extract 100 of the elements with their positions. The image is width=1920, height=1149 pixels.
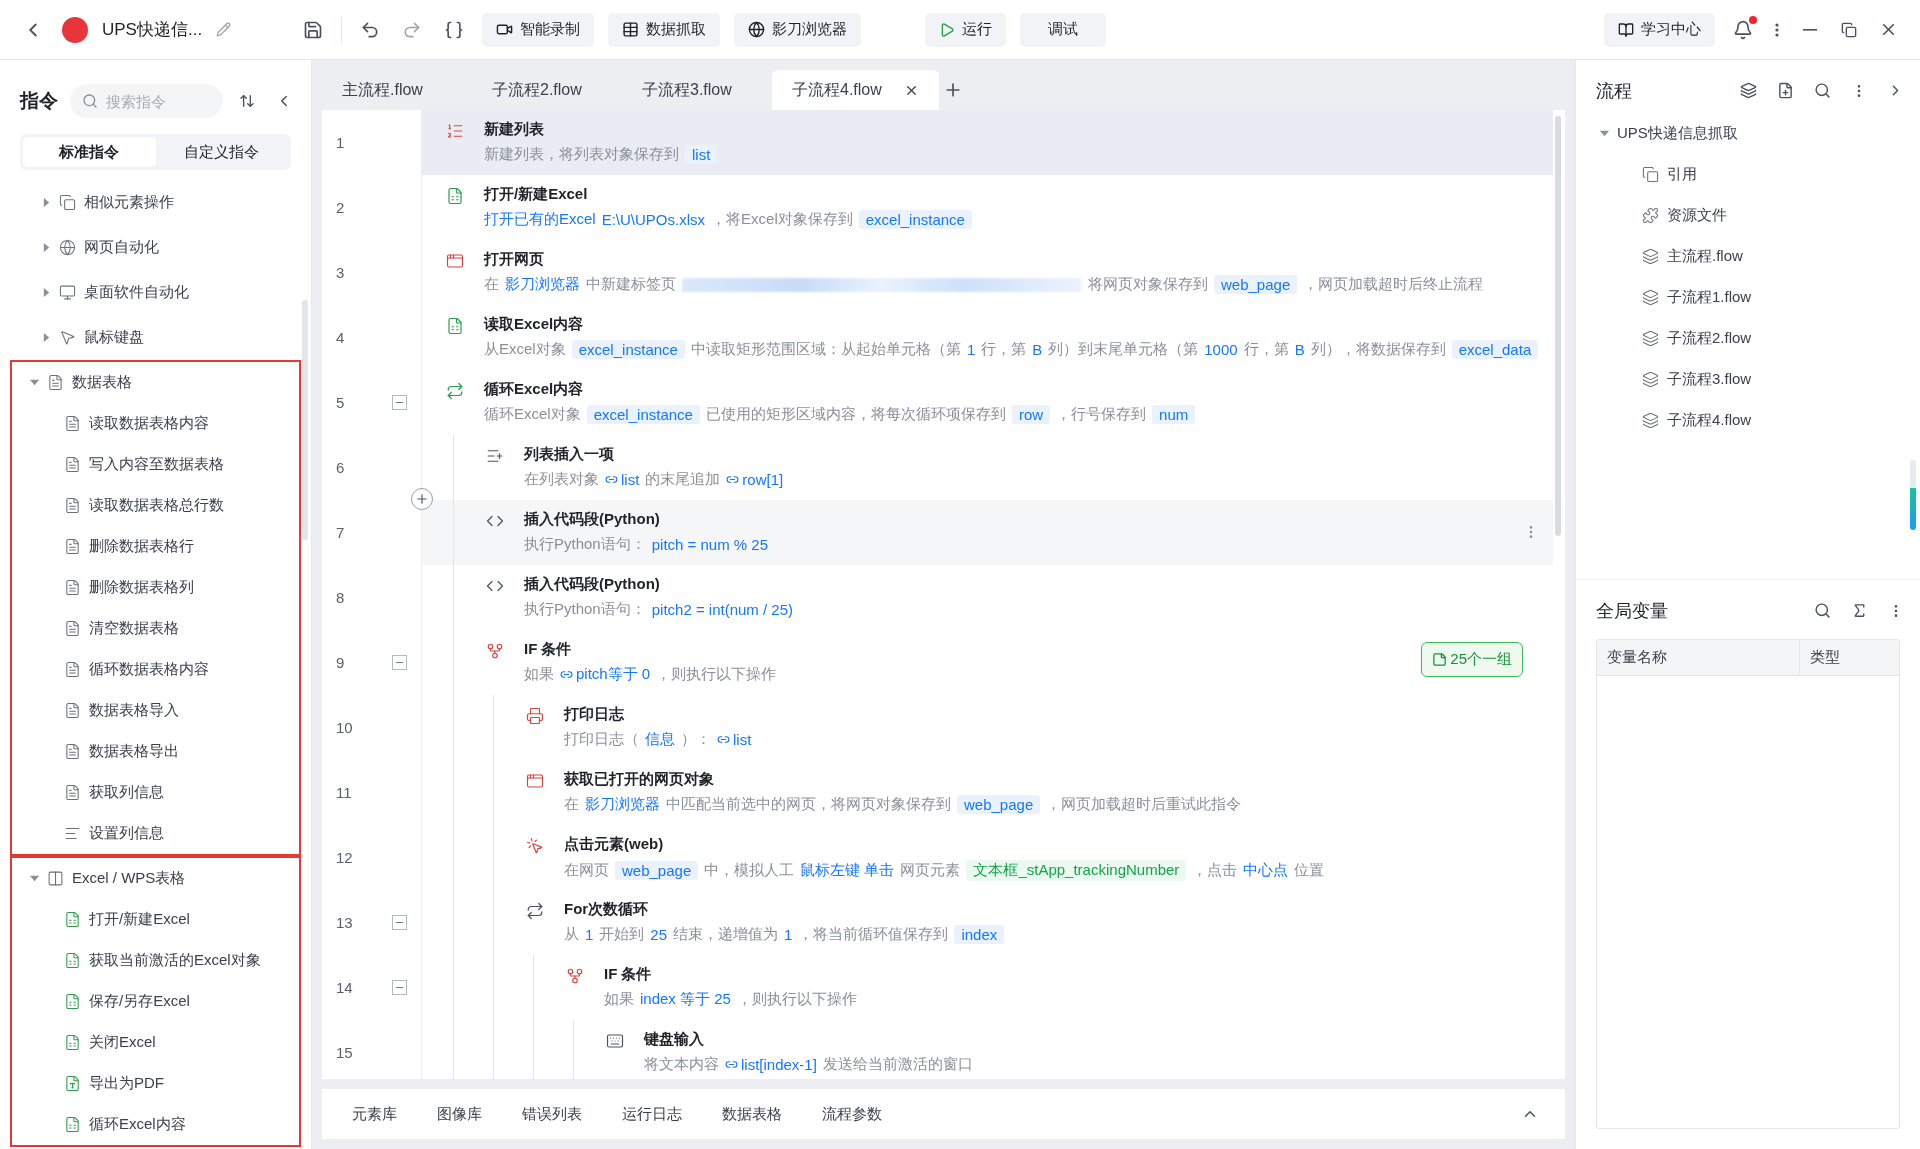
sort-icon (239, 93, 255, 109)
collapse-toggle[interactable] (392, 980, 407, 995)
tree-item[interactable]: 资源文件 (1576, 195, 1920, 236)
step-title: 点击元素(web) (564, 835, 664, 854)
layers-icon (1642, 248, 1659, 265)
learning-center-button[interactable]: 学习中心 (1604, 12, 1715, 47)
scrollbar[interactable] (1555, 116, 1561, 536)
step-description: 如果 index 等于 25 ，则执行以下操作 (604, 990, 857, 1009)
step-row[interactable]: 新建列表 新建列表，将列表对象保存到 list (422, 110, 1553, 175)
layers-icon (1642, 330, 1659, 347)
search-field[interactable]: 搜索指令 (70, 84, 223, 118)
braces-icon (444, 19, 465, 40)
panel-tab[interactable]: 流程参数 (822, 1104, 882, 1124)
tree-item[interactable]: 设置列信息 (12, 813, 299, 854)
step-description: 在 影刀浏览器 中新建标签页 将网页对象保存到 web_page ，网页加载超时后终止流程 (484, 275, 1484, 294)
step-title: 列表插入一项 (524, 445, 614, 464)
scrollbar[interactable] (1910, 460, 1916, 530)
tree-item[interactable]: 子流程2.flow (1576, 318, 1920, 359)
tree-label: Excel / WPS表格 (72, 869, 186, 888)
redo-icon (402, 19, 423, 40)
tree-item[interactable]: 循环Excel内容 (12, 1104, 299, 1145)
note-badge[interactable]: 25个一组 (1421, 642, 1523, 677)
document-icon (64, 415, 81, 432)
step-description: 打印日志（ 信息 ）： list (564, 730, 752, 749)
document-icon (64, 620, 81, 637)
tree-item[interactable]: 桌面软件自动化 (12, 272, 299, 313)
spreadsheet-icon (64, 1116, 81, 1133)
tree-item[interactable]: 数据表格 (12, 362, 299, 403)
tree-item[interactable]: 引用 (1576, 154, 1920, 195)
tree-item[interactable]: 获取列信息 (12, 772, 299, 813)
step-description: 从Excel对象 excel_instance 中读取矩形范围区域：从起始单元格（第 1 行，第 B 列）到末尾单元格（第 1000 行，第 B 列），将数据保存到 excel_data (484, 340, 1539, 359)
tree-item[interactable]: 循环数据表格内容 (12, 649, 299, 690)
document-icon (47, 374, 64, 391)
line-number: 1 (336, 134, 345, 151)
line-number: 5 (336, 394, 345, 411)
toolbar-button[interactable]: 智能录制 (482, 12, 595, 47)
file-tab[interactable]: 子流程4.flow (772, 70, 939, 110)
tree-label: 获取列信息 (89, 783, 164, 802)
tree-item[interactable]: UPS快递信息抓取 (1576, 113, 1920, 154)
file-tab[interactable]: 子流程3.flow (622, 70, 772, 110)
tree-item[interactable]: 获取当前激活的Excel对象 (12, 940, 299, 981)
tree-item[interactable]: 网页自动化 (12, 227, 299, 268)
step-row[interactable]: 插入代码段(Python) 执行Python语句： pitch = num % 25 (422, 500, 1553, 565)
collapse-toggle[interactable] (392, 655, 407, 670)
tab[interactable]: 自定义指令 (155, 137, 288, 167)
tree-label: 循环数据表格内容 (89, 660, 209, 679)
tree-item[interactable]: 数据表格导出 (12, 731, 299, 772)
save-icon (303, 19, 324, 40)
file-tab[interactable]: 子流程2.flow (472, 70, 622, 110)
tab-label: 子流程2.flow (492, 79, 582, 100)
play-icon (939, 21, 956, 38)
tree-item[interactable]: 关闭Excel (12, 1022, 299, 1063)
panel-tab[interactable]: 数据表格 (722, 1104, 782, 1124)
tree-item[interactable]: 相似元素操作 (12, 182, 299, 223)
tree-item[interactable]: 删除数据表格列 (12, 567, 299, 608)
tree-item[interactable]: 读取数据表格总行数 (12, 485, 299, 526)
tree-item[interactable]: 鼠标键盘 (12, 317, 299, 358)
globe-icon (748, 21, 766, 38)
tree-item[interactable]: 保存/另存Excel (12, 981, 299, 1022)
collapse-toggle[interactable] (392, 915, 407, 930)
file-tab[interactable]: 主流程.flow (322, 70, 472, 110)
edit-icon[interactable] (216, 22, 232, 37)
tree-item[interactable]: 数据表格导入 (12, 690, 299, 731)
tab[interactable]: 标准指令 (23, 137, 156, 167)
spreadsheet-icon (64, 911, 81, 928)
tree-item[interactable]: 打开/新建Excel (12, 899, 299, 940)
panel-tab[interactable]: 元素库 (352, 1104, 397, 1124)
plus-icon (415, 492, 429, 506)
panel-tab[interactable]: 运行日志 (622, 1104, 682, 1124)
step-description: 执行Python语句： pitch2 = int(num / 25) (524, 600, 794, 619)
toolbar-button[interactable]: 影刀浏览器 (734, 12, 862, 47)
tree-item[interactable]: 主流程.flow (1576, 236, 1920, 277)
tree-label: 相似元素操作 (84, 193, 174, 212)
tree-item[interactable]: Excel / WPS表格 (12, 858, 299, 899)
panel-tab[interactable]: 图像库 (437, 1104, 482, 1124)
tree-item[interactable]: 读取数据表格内容 (12, 403, 299, 444)
link-icon (560, 668, 573, 681)
link-icon (717, 733, 730, 746)
tab-label: 子流程4.flow (792, 79, 882, 100)
run-button[interactable]: 运行 (925, 12, 1007, 47)
step-description: 从 1 开始到 25 结束，递增值为 1 ，将当前循环值保存到 index (564, 925, 1005, 944)
panel-tab[interactable]: 错误列表 (522, 1104, 582, 1124)
add-step-button[interactable] (411, 488, 433, 510)
tree-label: UPS快递信息抓取 (1617, 124, 1738, 143)
tree-item[interactable]: 导出为PDF (12, 1063, 299, 1104)
more-icon (1775, 22, 1779, 37)
collapse-toggle[interactable] (392, 395, 407, 410)
tree-item[interactable]: 删除数据表格行 (12, 526, 299, 567)
tree-item[interactable]: 写入内容至数据表格 (12, 444, 299, 485)
scrollbar[interactable] (302, 300, 308, 540)
caret-icon (30, 874, 39, 883)
loop-icon (526, 902, 544, 920)
toolbar-button[interactable]: 数据抓取 (608, 12, 721, 47)
tree-item[interactable]: 清空数据表格 (12, 608, 299, 649)
tree-label: 清空数据表格 (89, 619, 179, 638)
tree-item[interactable]: 子流程1.flow (1576, 277, 1920, 318)
debug-button[interactable]: 调试 (1020, 12, 1107, 47)
line-number: 4 (336, 329, 345, 346)
tree-item[interactable]: 子流程4.flow (1576, 400, 1920, 441)
tree-item[interactable]: 子流程3.flow (1576, 359, 1920, 400)
